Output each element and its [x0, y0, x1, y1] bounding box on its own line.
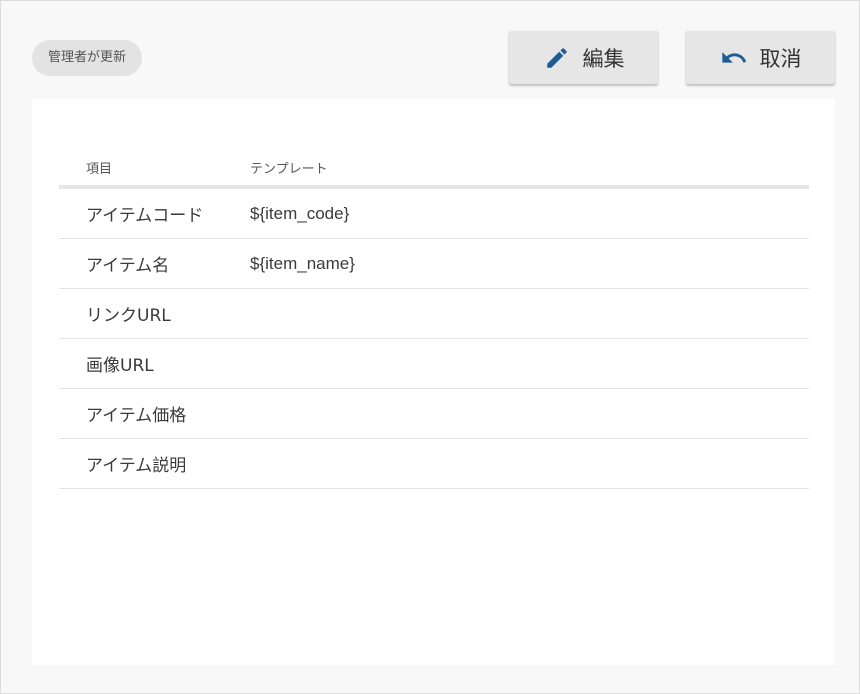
table-row[interactable]: 画像URL [59, 338, 809, 389]
row-template-value [250, 288, 809, 339]
row-template-value [250, 388, 809, 439]
pencil-icon [543, 44, 571, 72]
row-item-label: リンクURL [59, 288, 250, 339]
cancel-button[interactable]: 取消 [686, 31, 835, 84]
row-item-label: アイテム名 [59, 238, 250, 289]
edit-button-label: 編集 [582, 46, 625, 71]
edit-button[interactable]: 編集 [509, 31, 658, 84]
table-row[interactable]: リンクURL [59, 288, 809, 339]
row-item-label: アイテムコード [59, 187, 250, 239]
column-header-item: 項目 [59, 149, 250, 189]
table-row[interactable]: アイテム価格 [59, 388, 809, 439]
row-template-value: ${item_name} [250, 238, 809, 289]
cancel-button-label: 取消 [759, 46, 802, 71]
status-badge: 管理者が更新 [32, 40, 143, 76]
table-row[interactable]: アイテム説明 [59, 438, 809, 489]
row-template-value [250, 438, 809, 489]
column-header-template: テンプレート [250, 149, 809, 189]
template-card: 項目 テンプレート アイテムコード ${item_code} アイテム名 ${i… [32, 99, 835, 665]
row-item-label: アイテム説明 [59, 438, 250, 489]
table-header-row: 項目 テンプレート [59, 149, 809, 189]
row-item-label: 画像URL [59, 338, 250, 389]
undo-icon [720, 44, 748, 72]
template-table: 項目 テンプレート アイテムコード ${item_code} アイテム名 ${i… [59, 149, 809, 489]
row-template-value: ${item_code} [250, 187, 809, 239]
row-template-value [250, 338, 809, 389]
table-row[interactable]: アイテムコード ${item_code} [59, 187, 809, 239]
settings-panel: 管理者が更新 編集 取消 項目 テンプレート アイテムコード ${item_co… [0, 0, 860, 694]
row-item-label: アイテム価格 [59, 388, 250, 439]
table-row[interactable]: アイテム名 ${item_name} [59, 238, 809, 289]
